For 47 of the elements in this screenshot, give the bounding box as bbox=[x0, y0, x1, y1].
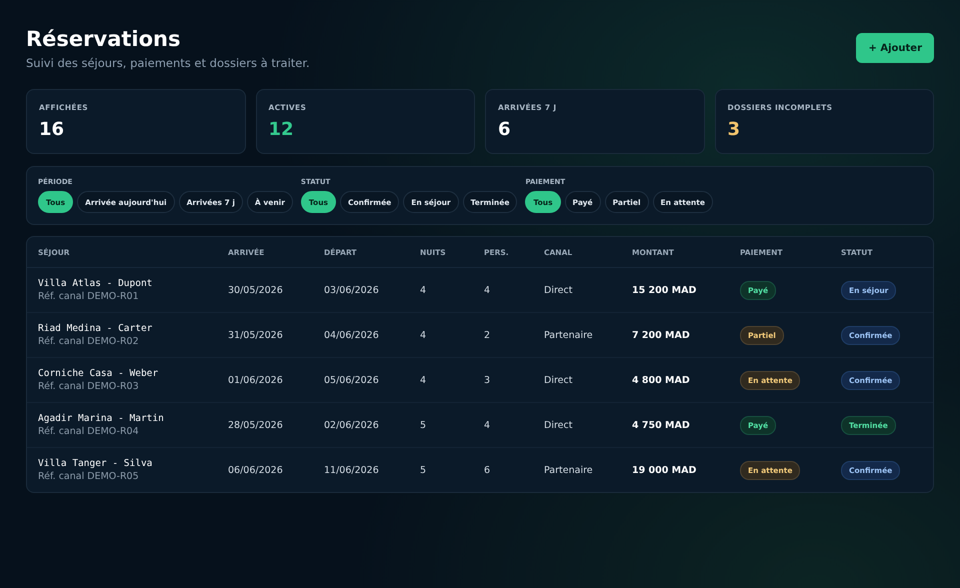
stat-value: 6 bbox=[498, 119, 512, 140]
table-cell-text: 4 bbox=[420, 374, 428, 386]
table-cell-text: 5 bbox=[420, 464, 428, 476]
table-cell-text: Direct bbox=[544, 420, 574, 430]
table-cell-text: Direct bbox=[544, 374, 574, 386]
table-cell-text: 30/05/2026 bbox=[228, 284, 284, 296]
stat-value: 16 bbox=[39, 119, 66, 140]
stay-name: Corniche Casa - Weber bbox=[38, 368, 160, 379]
stay-name: Riad Medina - Carter bbox=[38, 323, 154, 334]
table-cell-text: 4 bbox=[484, 284, 492, 296]
table-cell-text: Partenaire bbox=[544, 464, 594, 476]
channel-reference: Réf. canal DEMO-R03 bbox=[38, 381, 140, 392]
table-cell-text: 2 bbox=[484, 330, 492, 340]
add-button[interactable]: + Ajouter bbox=[856, 33, 934, 63]
page-title: Réservations bbox=[26, 26, 182, 52]
table-cell-text: 3 bbox=[484, 374, 492, 386]
table-cell-text: 06/06/2026 bbox=[228, 464, 284, 476]
channel-reference: Réf. canal DEMO-R05 bbox=[38, 471, 140, 482]
stat-value: 3 bbox=[728, 119, 742, 140]
amount-cell-text: 15 200 MAD bbox=[632, 284, 698, 296]
channel-reference: Réf. canal DEMO-R02 bbox=[38, 336, 140, 347]
table-cell-text: 4 bbox=[484, 420, 492, 430]
table-cell-text: 28/05/2026 bbox=[228, 420, 284, 430]
stay-name: Agadir Marina - Martin bbox=[38, 413, 165, 424]
table-cell-text: 03/06/2026 bbox=[324, 284, 380, 296]
amount-cell-text: 7 200 MAD bbox=[632, 330, 691, 340]
page-subtitle: Suivi des séjours, paiements et dossiers à traiter. bbox=[26, 56, 310, 70]
table-cell-text: 5 bbox=[420, 420, 428, 430]
amount-cell-text: 4 800 MAD bbox=[632, 374, 691, 386]
table-cell-text: Direct bbox=[544, 284, 574, 296]
amount-cell-text: 4 750 MAD bbox=[632, 420, 691, 430]
table-cell-text: 6 bbox=[484, 464, 492, 476]
table-cell-text: 02/06/2026 bbox=[324, 420, 380, 430]
stat-value: 12 bbox=[268, 119, 295, 140]
table-cell-text: 4 bbox=[420, 284, 428, 296]
table-cell-text: 04/06/2026 bbox=[324, 330, 380, 340]
stay-name: Villa Atlas - Dupont bbox=[38, 278, 154, 289]
table-cell-text: 11/06/2026 bbox=[324, 464, 380, 476]
table-cell-text: 01/06/2026 bbox=[228, 374, 284, 386]
amount-cell-text: 19 000 MAD bbox=[632, 464, 698, 476]
stay-name: Villa Tanger - Silva bbox=[38, 458, 154, 469]
table-cell-text: 05/06/2026 bbox=[324, 374, 380, 386]
table-cell-text: 31/05/2026 bbox=[228, 330, 284, 340]
channel-reference: Réf. canal DEMO-R04 bbox=[38, 426, 140, 437]
table-cell-text: Partenaire bbox=[544, 330, 594, 340]
channel-reference: Réf. canal DEMO-R01 bbox=[38, 291, 140, 302]
table-cell-text: 4 bbox=[420, 330, 428, 340]
